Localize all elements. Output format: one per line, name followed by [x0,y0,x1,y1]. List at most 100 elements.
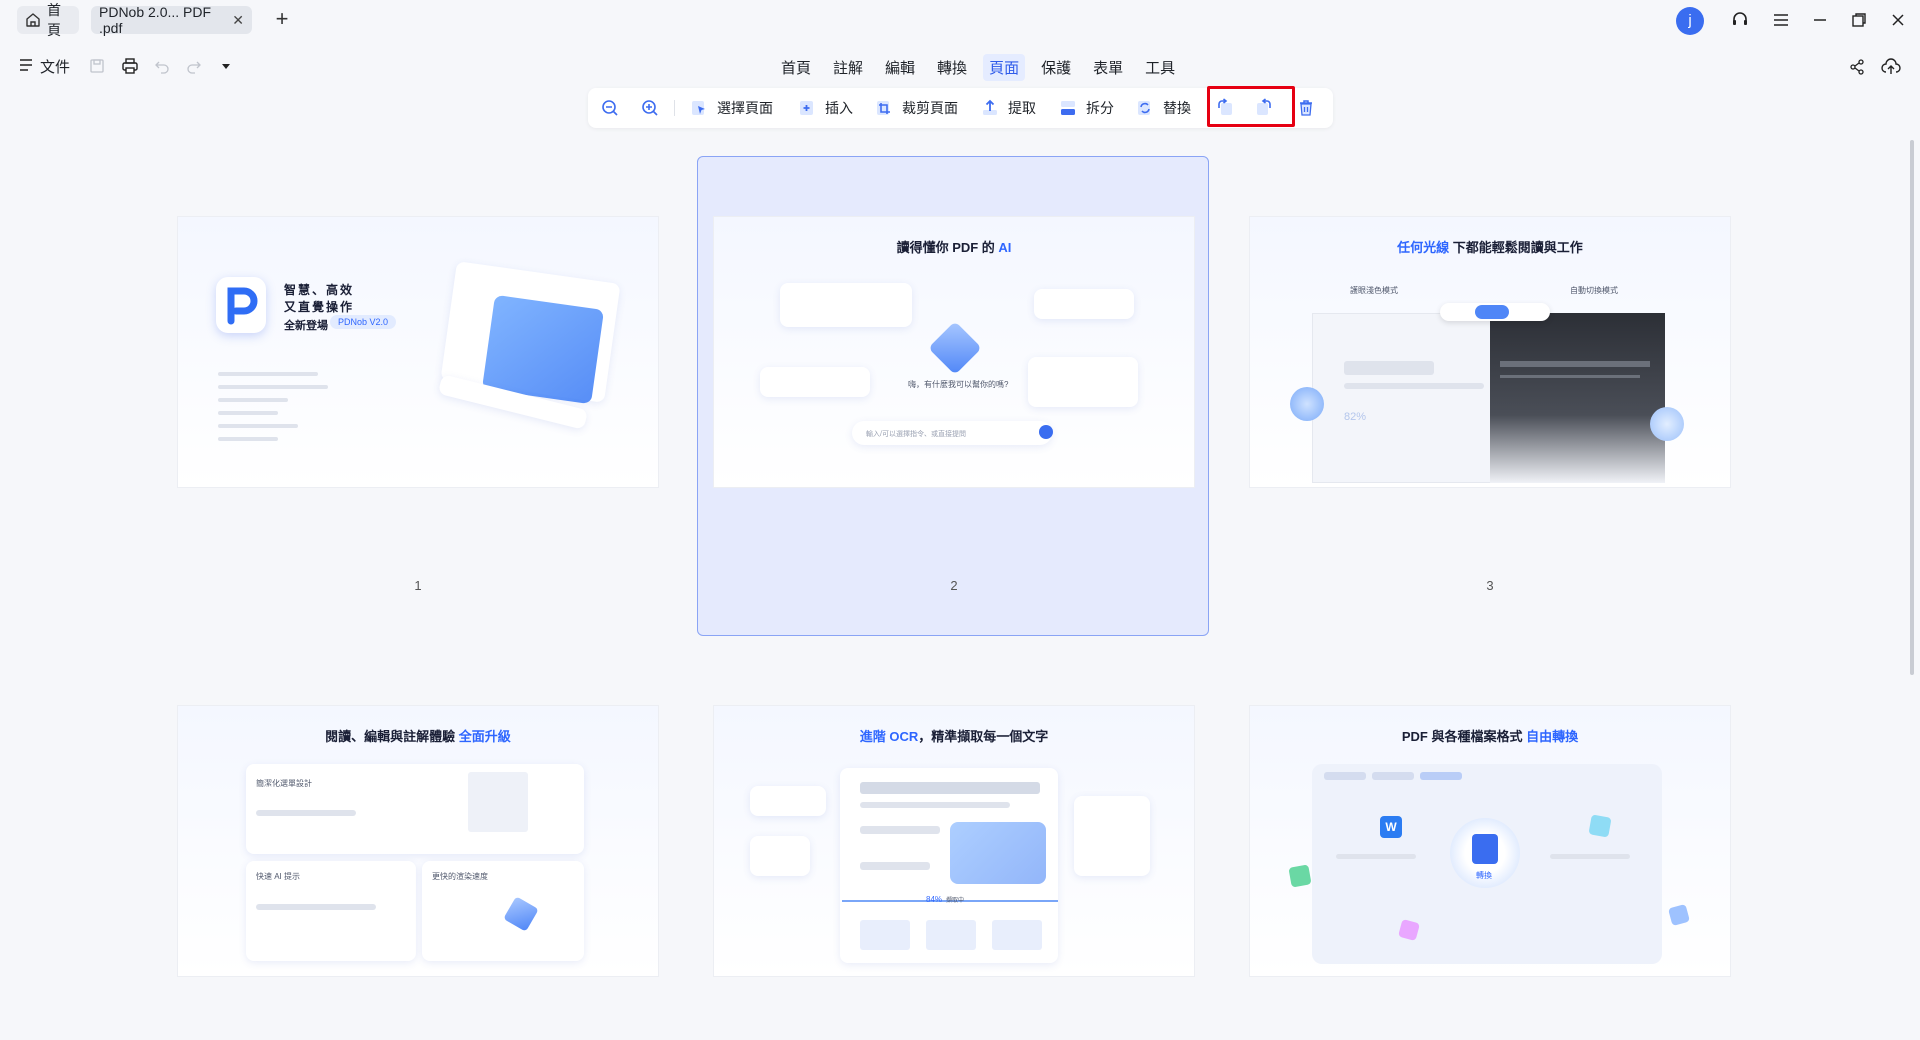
insert-button[interactable]: 插入 [797,96,853,120]
rotate-left-button[interactable] [1215,96,1235,120]
zoom-in-icon [642,100,658,116]
page5-title-accent: 進階 OCR [859,729,919,744]
page4-label-c: 更快的渲染速度 [432,872,488,881]
main-menu-tabs: 首頁 註解 編輯 轉換 頁面 保護 表單 工具 [770,54,1186,81]
page-toolbar: 選擇頁面 插入 裁剪頁面 提取 拆分 替換 [588,88,1333,128]
select-pages-button[interactable]: 選擇頁面 [689,96,773,120]
tab-annotate[interactable]: 註解 [827,54,869,81]
cloud-upload-icon[interactable] [1880,56,1902,78]
page5-title: 進階 OCR，精準擷取每一個文字 [714,726,1194,745]
tab-edit[interactable]: 編輯 [879,54,921,81]
home-icon [25,12,41,28]
page-number-1: 1 [414,578,422,593]
page1-tagline-2: 又直覺操作 [284,300,355,314]
word-icon: W [1380,816,1402,838]
page2-title: 讀得懂你 PDF 的 AI [714,237,1194,256]
close-window-icon[interactable] [1887,9,1909,31]
crop-icon [877,101,890,115]
page6-title-text: PDF 與各種檔案格式 [1401,729,1527,744]
replace-label: 替換 [1163,100,1191,116]
insert-page-icon [800,101,813,115]
undo-icon[interactable] [152,56,172,76]
trash-icon [1300,100,1312,116]
share-icon[interactable] [1846,56,1868,78]
file-menu-button[interactable]: 文件 [18,56,70,77]
rotate-right-icon [1257,98,1271,115]
page-thumbnail-1[interactable]: 智慧、高效 又直覺操作 全新登場 PDNob V2.0 [177,216,659,488]
replace-button[interactable]: 替換 [1135,96,1191,120]
chevron-down-icon[interactable] [216,56,236,76]
page4-title: 閱讀、編輯與註解體驗 全面升級 [178,726,658,745]
excel-icon [1288,864,1312,888]
page6-title: PDF 與各種檔案格式 自由轉換 [1250,726,1730,745]
zoom-out-icon [602,100,618,116]
vertical-scrollbar[interactable] [1910,140,1914,675]
page-thumbnail-2[interactable]: 讀得懂你 PDF 的 AI 嗨，有什麼我可以幫你的嗎? 輸入/可以選擇指令、或直… [713,216,1195,488]
replace-icon [1138,101,1150,115]
page2-input-placeholder: 輸入/可以選擇指令、或直接提問 [866,431,966,438]
page2-title-accent: AI [998,240,1012,255]
tab-form[interactable]: 表單 [1087,54,1129,81]
page4-title-text: 閱讀、編輯與註解體驗 [325,729,459,744]
split-label: 拆分 [1086,100,1114,116]
page4-title-accent: 全面升級 [458,729,511,744]
hamburger-menu-icon[interactable] [1770,9,1792,31]
page3-percent: 82% [1344,411,1367,423]
page-thumbnail-6[interactable]: PDF 與各種檔案格式 自由轉換 轉換 W [1249,705,1731,977]
page-thumbnail-4[interactable]: 閱讀、編輯與註解體驗 全面升級 簡潔化選單設計 快速 AI 提示 更快的渲染速度 [177,705,659,977]
list-icon [18,57,34,77]
toolbar-divider [674,100,675,116]
split-button[interactable]: 拆分 [1058,96,1114,120]
extract-icon [983,99,997,115]
page1-launch: 全新登場 [284,320,328,332]
redo-icon[interactable] [184,56,204,76]
tab-home-label: 首頁 [47,2,61,38]
page3-title-text: 下都能輕鬆閱讀與工作 [1449,240,1583,255]
zoom-out-button[interactable] [600,96,620,120]
support-icon[interactable] [1729,9,1751,31]
zoom-in-button[interactable] [640,96,660,120]
tab-home-menu[interactable]: 首頁 [775,54,817,81]
tab-tools[interactable]: 工具 [1139,54,1181,81]
minimize-icon[interactable] [1809,9,1831,31]
crop-page-label: 裁剪頁面 [902,100,958,116]
restore-icon[interactable] [1848,9,1870,31]
page4-label-b: 快速 AI 提示 [256,872,301,881]
tab-document[interactable]: PDNob 2.0... PDF .pdf ✕ [91,4,252,36]
page6-title-accent: 自由轉換 [1526,729,1579,744]
page3-auto-mode: 自動切換模式 [1570,286,1618,295]
tab-convert[interactable]: 轉換 [931,54,973,81]
ai-star-icon [928,321,982,375]
delete-page-button[interactable] [1296,96,1316,120]
new-tab-button[interactable]: + [270,6,294,34]
avatar[interactable]: j [1676,7,1704,35]
crop-page-button[interactable]: 裁剪頁面 [874,96,958,120]
page2-title-text: 讀得懂你 PDF 的 [896,240,999,255]
page-thumbnail-3[interactable]: 任何光線 下都能輕鬆閱讀與工作 護眼淺色模式 自動切換模式 82% [1249,216,1731,488]
convert-icon [1472,834,1498,864]
tab-page[interactable]: 頁面 [983,54,1026,81]
tab-home[interactable]: 首頁 [17,2,79,38]
extract-button[interactable]: 提取 [980,96,1036,120]
rotate-right-button[interactable] [1254,96,1274,120]
app-logo [216,277,266,333]
page2-prompt: 嗨，有什麼我可以幫你的嗎? [908,380,1009,389]
page3-title: 任何光線 下都能輕鬆閱讀與工作 [1250,237,1730,256]
page1-tagline-1: 智慧、高效 [284,283,355,297]
page5-status: 擷取中 [946,898,965,904]
menu-bar: 文件 首頁 註解 編輯 轉換 頁面 保護 表單 工具 [0,48,1920,84]
page-number-3: 3 [1486,578,1494,593]
page5-title-text: ，精準擷取每一個文字 [918,729,1049,744]
page4-label-a: 簡潔化選單設計 [256,779,312,788]
page-thumbnail-5[interactable]: 進階 OCR，精準擷取每一個文字 84% 擷取中 [713,705,1195,977]
tab-protect[interactable]: 保護 [1035,54,1077,81]
send-icon [1039,425,1053,439]
split-icon [1061,101,1075,115]
close-icon[interactable]: ✕ [232,12,244,29]
title-bar: 首頁 PDNob 2.0... PDF .pdf ✕ + j [0,0,1920,40]
save-icon[interactable] [87,56,107,76]
rotate-left-icon [1218,98,1232,115]
print-icon[interactable] [120,56,140,76]
extract-label: 提取 [1008,100,1036,116]
page3-light-mode: 護眼淺色模式 [1350,286,1398,295]
